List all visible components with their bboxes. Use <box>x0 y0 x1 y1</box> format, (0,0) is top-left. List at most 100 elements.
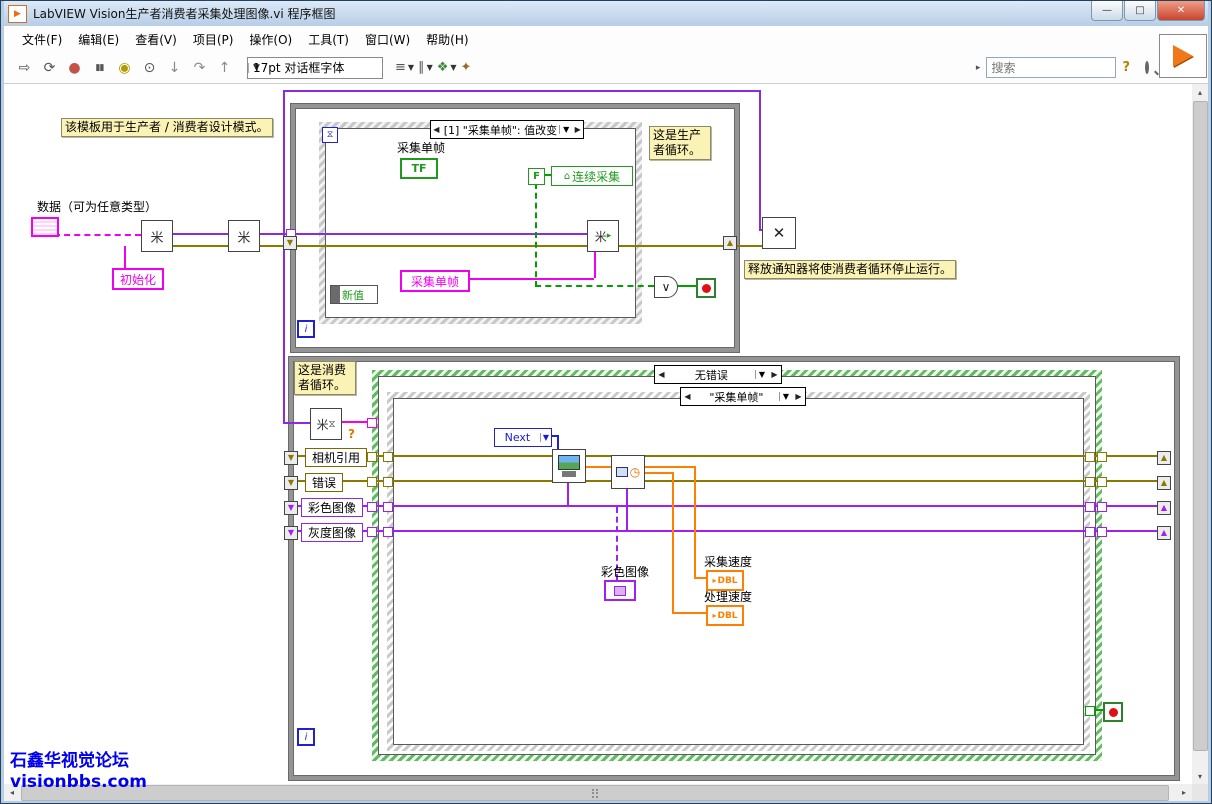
next-enum-constant[interactable]: Next ▼ <box>494 428 552 447</box>
shift-register-left[interactable]: ▼ <box>284 476 298 490</box>
image-processing-icon[interactable]: ◷ <box>611 455 645 489</box>
proc-speed-dbl-terminal[interactable]: ▸ DBL <box>706 605 744 626</box>
menu-window[interactable]: 窗口(W) <box>357 27 418 52</box>
boolean-terminal[interactable]: TF <box>400 158 438 179</box>
tunnel[interactable] <box>367 452 377 462</box>
abort-button[interactable]: ● <box>63 56 86 79</box>
chevron-down-icon[interactable]: ▼ <box>559 125 572 134</box>
data-terminal[interactable] <box>31 217 59 237</box>
shift-register-left[interactable]: ▼ <box>284 451 298 465</box>
shift-register-left[interactable]: ▼ <box>284 501 298 515</box>
tunnel[interactable] <box>1085 452 1095 462</box>
menu-project[interactable]: 项目(P) <box>185 27 242 52</box>
pause-button[interactable]: ▮▮ <box>88 56 111 79</box>
highlight-execution-button[interactable]: ◉ <box>113 56 136 79</box>
release-notifier-icon[interactable]: ✕ <box>762 217 796 249</box>
scroll-down-button[interactable]: ▾ <box>1192 768 1208 784</box>
menu-help[interactable]: 帮助(H) <box>418 27 476 52</box>
block-diagram[interactable]: ▼ ▲ ▼ ▼ ▼ ▼ ▲ ▲ ▲ ▲ 该模板用于生产者 / 消费者设计模式。 … <box>4 84 1192 784</box>
step-out-button[interactable]: ↑ <box>213 56 236 79</box>
chevron-down-icon[interactable]: ▼ <box>755 370 768 379</box>
camera-ref-label[interactable]: 相机引用 <box>305 448 367 467</box>
retain-wire-values-button[interactable]: ⊙ <box>138 56 161 79</box>
font-selector[interactable]: 17pt 对话框字体 ▼ <box>247 57 383 79</box>
tunnel[interactable] <box>1085 706 1095 716</box>
menu-edit[interactable]: 编辑(E) <box>70 27 127 52</box>
shift-register-right[interactable]: ▲ <box>1157 476 1171 490</box>
wait-notification-icon[interactable]: 米 ⧖ <box>310 408 342 440</box>
image-display-terminal[interactable] <box>604 580 636 601</box>
scroll-up-button[interactable]: ▴ <box>1192 84 1208 100</box>
menu-view[interactable]: 查看(V) <box>127 27 185 52</box>
tunnel[interactable] <box>1097 452 1107 462</box>
search-expand-icon[interactable]: ▸ <box>976 63 981 73</box>
shift-register-right[interactable]: ▲ <box>1157 451 1171 465</box>
step-into-button[interactable]: ↓ <box>163 56 186 79</box>
obtain-notifier-icon[interactable]: 米 <box>141 220 173 252</box>
step-over-button[interactable]: ↷ <box>188 56 211 79</box>
color-image-label[interactable]: 彩色图像 <box>301 498 363 517</box>
command-case-selector[interactable]: ◀ "采集单帧" ▼ ▶ <box>680 387 806 406</box>
tunnel[interactable] <box>383 477 393 487</box>
vertical-scrollbar[interactable]: ▴ ▾ <box>1192 84 1208 784</box>
producer-conditional-terminal[interactable] <box>696 278 716 298</box>
acquire-local-variable[interactable]: 采集单帧 <box>400 270 470 292</box>
reorder-objects-button[interactable]: ❖▼ <box>437 57 457 79</box>
command-case-label[interactable]: "采集单帧" <box>694 389 779 405</box>
error-case-selector[interactable]: ◀ 无错误 ▼ ▶ <box>654 365 782 384</box>
horizontal-scroll-thumb[interactable] <box>21 785 1169 801</box>
close-button[interactable]: ✕ <box>1157 1 1205 21</box>
next-case-icon[interactable]: ▶ <box>572 125 583 134</box>
event-selector[interactable]: ◀ [1] "采集单帧": 值改变 ▼ ▶ <box>430 120 584 139</box>
run-continuous-button[interactable]: ⟳ <box>38 56 61 79</box>
consumer-conditional-terminal[interactable] <box>1103 702 1123 722</box>
prev-case-icon[interactable]: ◀ <box>681 392 694 401</box>
menu-tools[interactable]: 工具(T) <box>300 27 357 52</box>
chevron-down-icon[interactable]: ▼ <box>779 392 792 401</box>
distribute-objects-button[interactable]: ∥▼ <box>418 57 433 79</box>
run-button[interactable]: ⇨ <box>13 56 36 79</box>
shift-register-left[interactable]: ▼ <box>284 526 298 540</box>
tunnel[interactable] <box>383 452 393 462</box>
menu-file[interactable]: 文件(F) <box>14 27 70 52</box>
shift-register-right[interactable]: ▲ <box>1157 501 1171 515</box>
tunnel[interactable] <box>1085 527 1095 537</box>
imaqdx-grab-icon[interactable] <box>552 449 586 483</box>
tunnel[interactable] <box>367 527 377 537</box>
tunnel[interactable] <box>367 502 377 512</box>
tunnel[interactable] <box>1085 477 1095 487</box>
false-constant[interactable]: F <box>528 168 545 185</box>
notifier-icon-node[interactable]: 米 <box>228 220 260 252</box>
shift-register-right[interactable]: ▲ <box>723 236 737 250</box>
maximize-button[interactable]: □ <box>1124 1 1156 21</box>
tunnel[interactable] <box>383 502 393 512</box>
prev-case-icon[interactable]: ◀ <box>655 370 668 379</box>
search-icon[interactable] <box>1145 61 1149 74</box>
shift-register-right[interactable]: ▲ <box>1157 526 1171 540</box>
align-objects-button[interactable]: ≡▼ <box>395 57 414 79</box>
error-label[interactable]: 错误 <box>305 473 343 492</box>
tunnel[interactable] <box>383 527 393 537</box>
case-selector-terminal[interactable]: ? <box>348 427 355 441</box>
tunnel[interactable] <box>367 418 377 428</box>
error-case-label[interactable]: 无错误 <box>668 367 755 383</box>
gray-image-label[interactable]: 灰度图像 <box>301 523 363 542</box>
continuous-local-variable[interactable]: ⌂ 连续采集 <box>551 166 633 186</box>
producer-iteration-terminal[interactable]: i <box>297 320 315 338</box>
tunnel[interactable] <box>1097 477 1107 487</box>
prev-case-icon[interactable]: ◀ <box>431 125 442 134</box>
event-selector-label[interactable]: [1] "采集单帧": 值改变 <box>442 122 559 138</box>
send-notification-icon[interactable]: 米 ▸ <box>587 220 619 252</box>
tunnel[interactable] <box>1097 502 1107 512</box>
event-timeout-terminal[interactable]: ⧖ <box>322 127 338 143</box>
event-data-node[interactable]: 新值 <box>330 285 378 304</box>
title-bar[interactable]: ▶ LabVIEW Vision生产者消费者采集处理图像.vi 程序框图 — □… <box>4 1 1208 26</box>
next-case-icon[interactable]: ▶ <box>768 370 781 379</box>
help-button[interactable]: ? <box>1122 60 1130 75</box>
or-gate[interactable]: ∨ <box>654 276 678 298</box>
cleanup-diagram-button[interactable]: ✦ <box>461 57 472 79</box>
next-case-icon[interactable]: ▶ <box>792 392 805 401</box>
minimize-button[interactable]: — <box>1091 1 1123 21</box>
tunnel[interactable] <box>367 477 377 487</box>
menu-operate[interactable]: 操作(O) <box>241 27 300 52</box>
